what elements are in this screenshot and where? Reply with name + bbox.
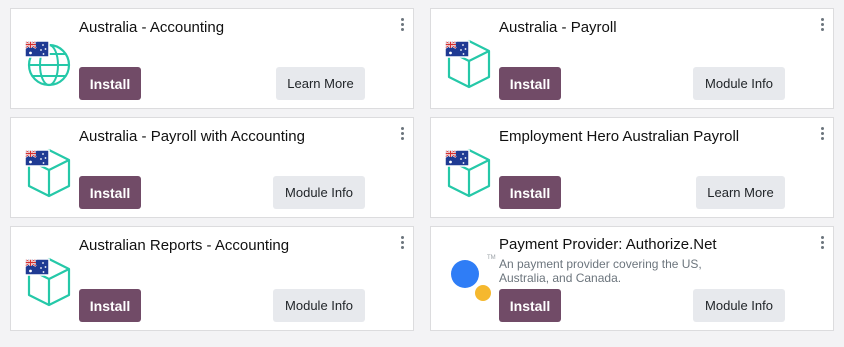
kebab-menu-icon[interactable] <box>819 18 825 34</box>
kebab-menu-icon[interactable] <box>399 236 405 252</box>
app-title: Payment Provider: Authorize.Net <box>499 236 717 253</box>
install-button[interactable]: Install <box>79 67 141 100</box>
install-button[interactable]: Install <box>499 67 561 100</box>
app-title: Australian Reports - Accounting <box>79 237 290 254</box>
app-description: An payment provider covering the US, Aus… <box>499 257 702 285</box>
learn-more-button[interactable]: Learn More <box>696 176 785 209</box>
install-button[interactable]: Install <box>499 176 561 209</box>
app-card-authorize-net: TM Payment Provider: Authorize.Net An pa… <box>430 226 834 331</box>
box-with-au-flag-icon <box>19 243 75 307</box>
install-button[interactable]: Install <box>79 176 141 209</box>
install-button[interactable]: Install <box>79 289 141 322</box>
box-with-au-flag-icon <box>439 134 495 198</box>
kebab-menu-icon[interactable] <box>819 236 825 252</box>
trademark-mark: TM <box>487 255 496 261</box>
app-card-australia-payroll: Australia - Payroll Install Module Info <box>430 8 834 109</box>
app-title: Australia - Accounting <box>79 19 225 36</box>
app-card-australia-payroll-accounting: Australia - Payroll with Accounting Inst… <box>10 117 414 218</box>
install-button[interactable]: Install <box>499 289 561 322</box>
module-info-button[interactable]: Module Info <box>693 67 785 100</box>
kebab-menu-icon[interactable] <box>399 18 405 34</box>
globe-with-au-flag-icon <box>19 25 75 87</box>
app-title: Australia - Payroll with Accounting <box>79 128 305 145</box>
app-card-australia-accounting: Australia - Accounting Install Learn Mor… <box>10 8 414 109</box>
app-card-employment-hero: Employment Hero Australian Payroll Insta… <box>430 117 834 218</box>
authorize-net-logo-icon: TM <box>439 249 496 309</box>
box-with-au-flag-icon <box>19 134 75 198</box>
module-info-button[interactable]: Module Info <box>273 289 365 322</box>
app-title: Employment Hero Australian Payroll <box>499 128 740 145</box>
module-info-button[interactable]: Module Info <box>273 176 365 209</box>
learn-more-button[interactable]: Learn More <box>276 67 365 100</box>
app-title: Australia - Payroll <box>499 19 617 36</box>
box-with-au-flag-icon <box>439 25 495 89</box>
kebab-menu-icon[interactable] <box>399 127 405 143</box>
module-info-button[interactable]: Module Info <box>693 289 785 322</box>
app-card-australian-reports: Australian Reports - Accounting Install … <box>10 226 414 331</box>
kebab-menu-icon[interactable] <box>819 127 825 143</box>
